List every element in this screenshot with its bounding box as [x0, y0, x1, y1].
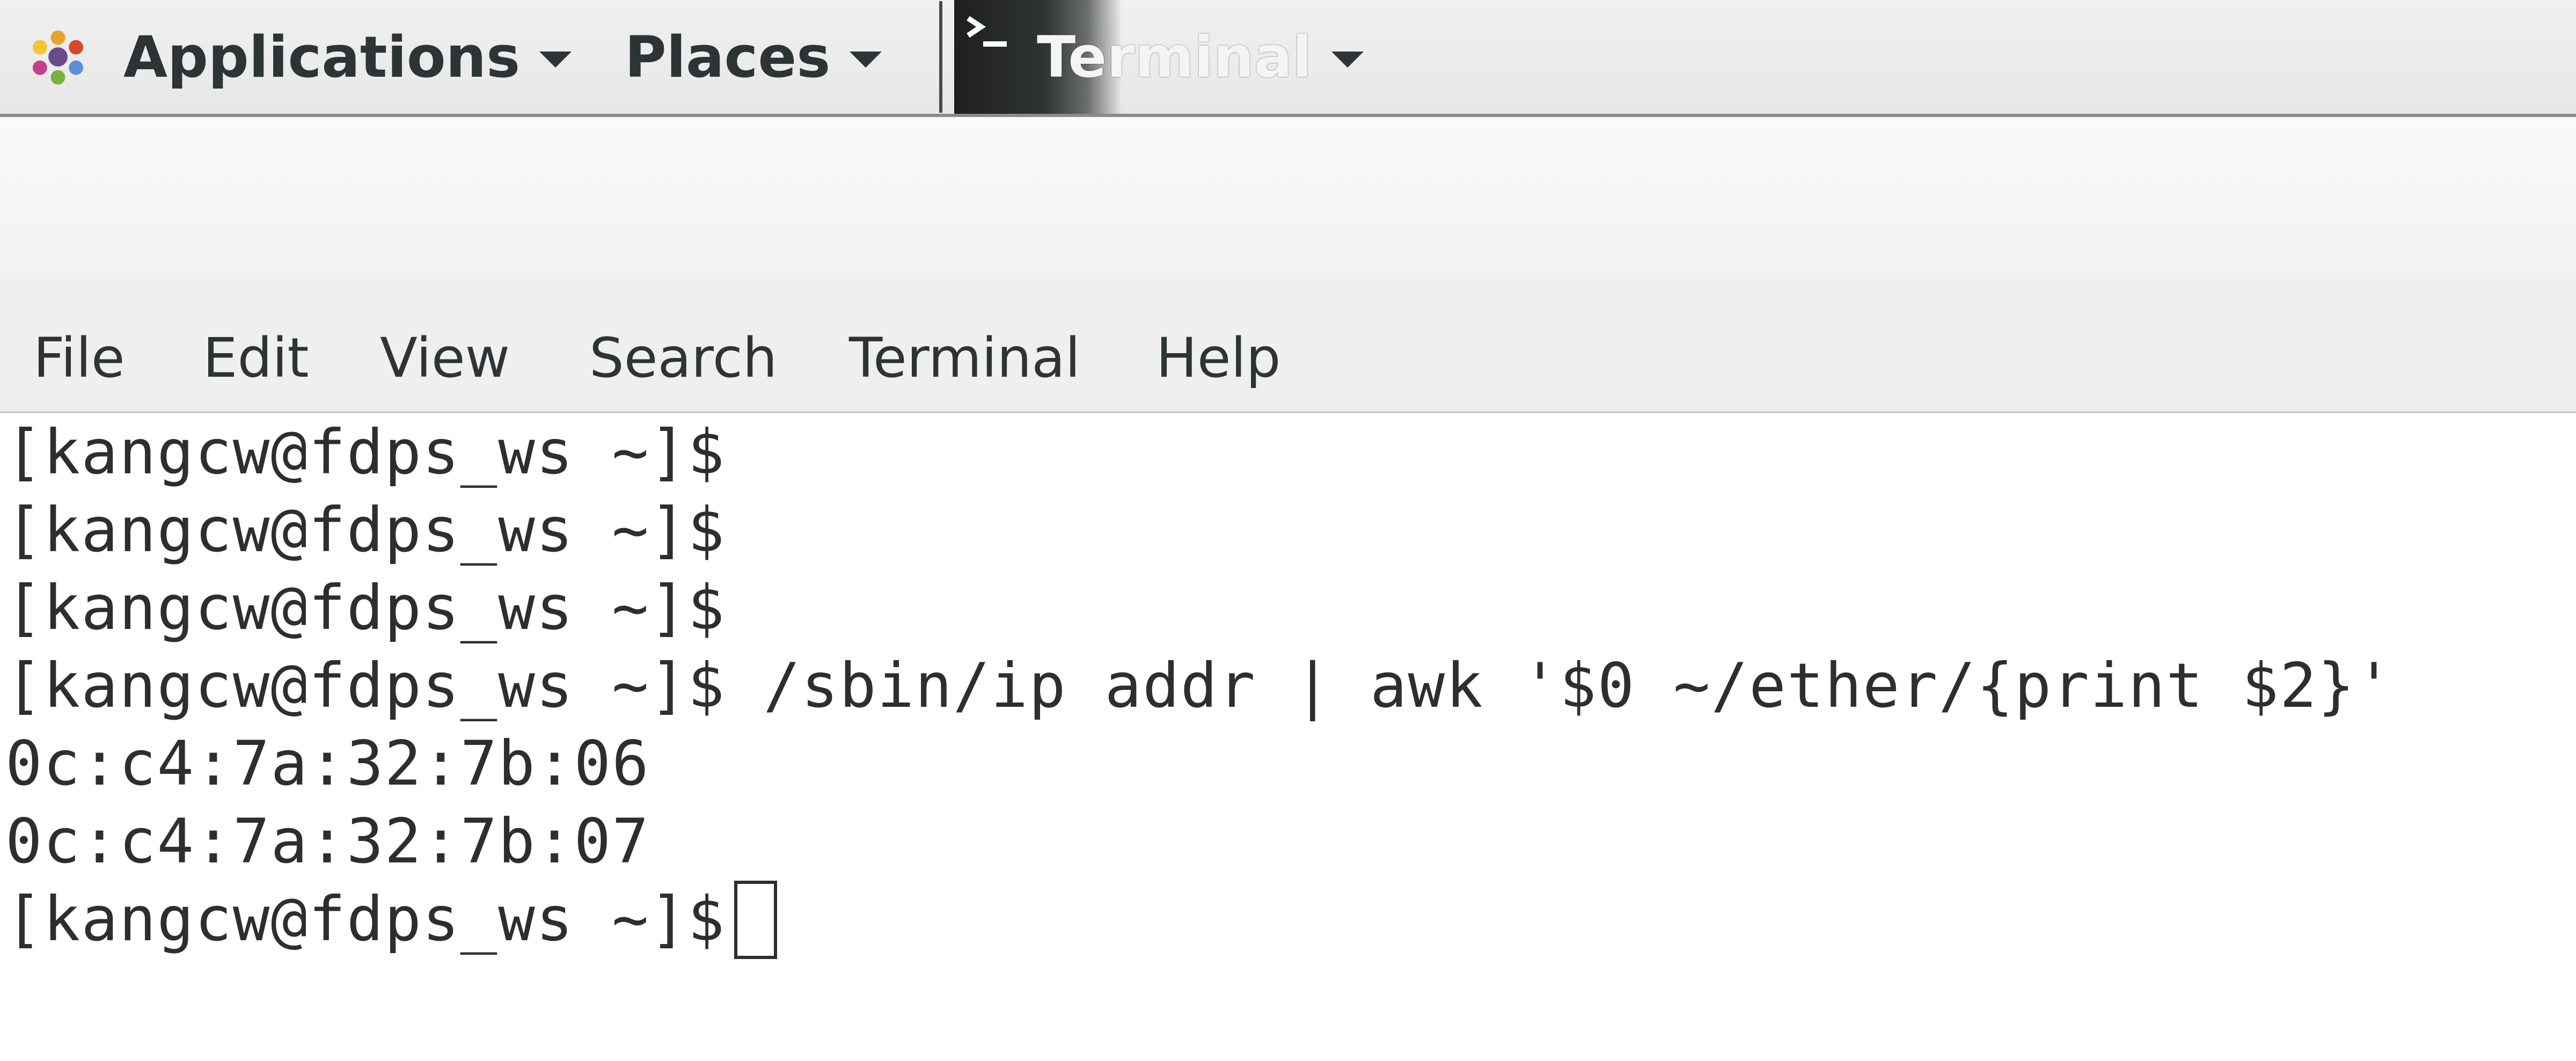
terminal-menubar: File Edit View Search Terminal Help — [0, 273, 2576, 413]
applications-label: Applications — [123, 24, 521, 90]
places-menu[interactable]: Places — [625, 0, 882, 114]
terminal-line: [kangcw@fdps_ws ~]$ — [5, 494, 726, 566]
terminal-active-prompt-line[interactable]: [kangcw@fdps_ws ~]$ — [5, 880, 778, 959]
menu-terminal[interactable]: Terminal — [849, 273, 1080, 411]
menu-search[interactable]: Search — [589, 273, 777, 411]
terminal-prompt: [kangcw@fdps_ws ~]$ — [5, 883, 726, 955]
terminal-output-line: 0c:c4:7a:32:7b:07 — [5, 806, 650, 877]
terminal-line: [kangcw@fdps_ws ~]$ — [5, 572, 726, 643]
terminal-output-line: 0c:c4:7a:32:7b:06 — [5, 728, 650, 799]
chevron-down-icon — [1331, 52, 1364, 68]
terminal-output[interactable]: [kangcw@fdps_ws ~]$ [kangcw@fdps_ws ~]$ … — [0, 413, 2576, 1061]
menu-help[interactable]: Help — [1156, 273, 1281, 411]
terminal-line: [kangcw@fdps_ws ~]$ — [5, 416, 726, 488]
applications-menu[interactable]: Applications — [28, 0, 572, 114]
chevron-down-icon — [539, 52, 572, 68]
menu-file[interactable]: File — [33, 273, 125, 411]
places-label: Places — [625, 24, 831, 90]
window-header — [0, 117, 2576, 273]
terminal-cursor — [734, 880, 778, 959]
task-terminal-label: Terminal — [1037, 24, 1312, 90]
chevron-down-icon — [850, 52, 882, 68]
task-terminal-button[interactable]: Terminal — [950, 0, 1364, 114]
menu-view[interactable]: View — [380, 273, 510, 411]
panel-separator — [939, 1, 942, 113]
top-panel: Applications Places Terminal — [0, 0, 2576, 117]
task-terminal-label-wrap: Terminal — [1037, 0, 1364, 114]
gnome-foot-icon — [32, 30, 84, 85]
menu-edit[interactable]: Edit — [203, 273, 309, 411]
terminal-command-line: [kangcw@fdps_ws ~]$ /sbin/ip addr | awk … — [5, 650, 2394, 721]
